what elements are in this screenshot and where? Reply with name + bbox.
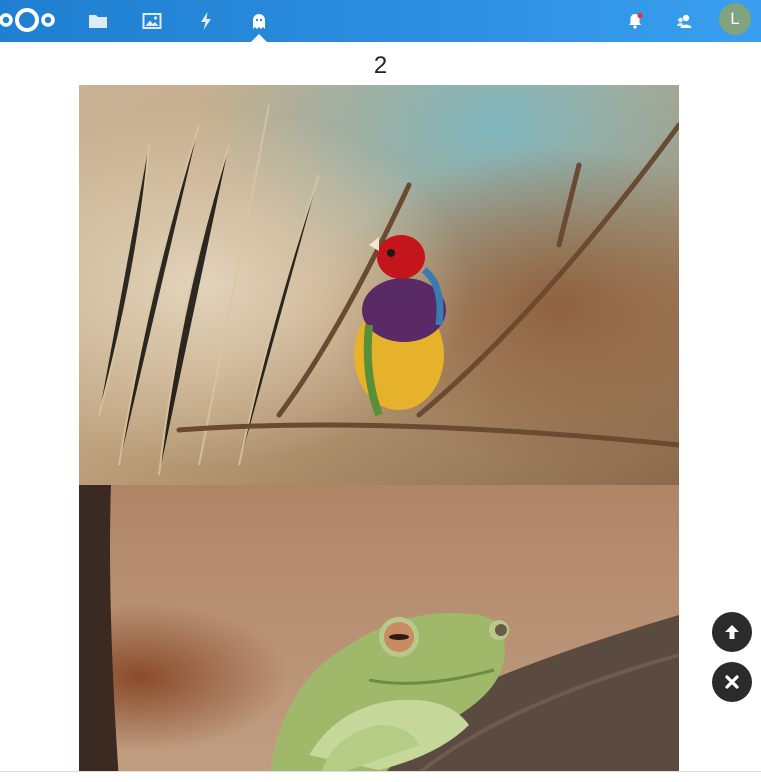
- scroll-up-button[interactable]: [712, 612, 752, 652]
- notifications-button[interactable]: [621, 7, 649, 35]
- frog-photo: [79, 485, 679, 781]
- bottom-toolbar-edge: [0, 771, 761, 782]
- contacts-icon: [677, 14, 692, 28]
- nextcloud-logo-icon[interactable]: [0, 3, 60, 37]
- contacts-menu-button[interactable]: [671, 7, 699, 35]
- nav-app-activity[interactable]: [192, 7, 220, 35]
- nav-app-ghost[interactable]: [245, 7, 273, 35]
- active-app-indicator: [251, 34, 267, 42]
- bell-icon: [629, 12, 643, 29]
- page-number: 2: [373, 52, 388, 79]
- top-header-bar: L: [0, 0, 761, 42]
- notification-dot: [637, 12, 643, 19]
- lightning-icon: [201, 12, 211, 30]
- arrow-up-icon: [725, 625, 739, 639]
- nav-app-photos[interactable]: [138, 7, 166, 35]
- nav-app-files[interactable]: [84, 7, 112, 35]
- image-icon: [142, 13, 162, 29]
- close-viewer-button[interactable]: [712, 662, 752, 702]
- bird-photo: [79, 85, 679, 485]
- folder-icon: [89, 15, 107, 28]
- close-icon: [725, 675, 739, 689]
- user-avatar[interactable]: L: [719, 3, 751, 35]
- ghost-icon: [253, 14, 265, 29]
